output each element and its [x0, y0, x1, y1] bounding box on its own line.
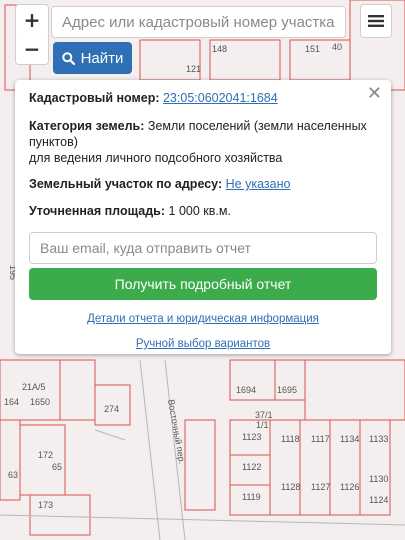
cadastral-number-row: Кадастровый номер: 23:05:0602041:1684	[29, 90, 377, 106]
email-field[interactable]	[29, 232, 377, 264]
cadastral-number-label: Кадастровый номер:	[29, 91, 160, 105]
menu-button[interactable]	[360, 4, 392, 38]
map-label: 151	[305, 44, 320, 54]
get-report-button[interactable]: Получить подробный отчет	[29, 268, 377, 300]
search-icon	[61, 51, 75, 65]
map-label: 40	[332, 42, 342, 52]
map-label: 148	[212, 44, 227, 54]
map-label: 37/1	[255, 410, 273, 420]
map-label: 164	[4, 397, 19, 407]
zoom-out-button[interactable]: −	[15, 33, 49, 65]
map-label: 274	[104, 404, 119, 414]
map-label: 1650	[30, 397, 50, 407]
area-value: 1 000 кв.м.	[168, 204, 231, 218]
map-label: 65	[52, 462, 62, 472]
map-label: 1124	[369, 495, 388, 505]
find-button-label: Найти	[80, 49, 124, 67]
map-label: 1130	[369, 474, 388, 484]
search-input[interactable]	[51, 6, 346, 38]
zoom-in-button[interactable]: +	[15, 4, 49, 36]
map-label: 1117	[311, 434, 330, 444]
report-details-link[interactable]: Детали отчета и юридическая информация	[87, 313, 319, 325]
map-label: 1694	[236, 385, 256, 395]
map-label: 1126	[340, 482, 359, 492]
area-row: Уточненная площадь: 1 000 кв.м.	[29, 203, 377, 219]
map-label: 1/1	[256, 420, 269, 430]
address-row: Земельный участок по адресу: Не указано	[29, 176, 377, 192]
map-label: 1119	[242, 492, 261, 502]
land-category-label: Категория земель:	[29, 119, 145, 133]
address-link[interactable]: Не указано	[226, 177, 291, 191]
cadastral-number-link[interactable]: 23:05:0602041:1684	[163, 91, 278, 105]
address-label: Земельный участок по адресу:	[29, 177, 223, 191]
hamburger-icon	[368, 15, 384, 27]
close-icon[interactable]: ✕	[367, 83, 382, 104]
map-label: 1122	[242, 462, 261, 472]
find-button[interactable]: Найти	[53, 42, 132, 74]
map-label: 1128	[281, 482, 300, 492]
map-label: 173	[38, 500, 53, 510]
land-category-row: Категория земель: Земли поселений (земли…	[29, 118, 377, 150]
map-label: 1133	[369, 434, 388, 444]
map-label: 1123	[242, 432, 261, 442]
map-label: 1134	[340, 434, 359, 444]
map-label: 1118	[281, 434, 300, 444]
parcel-info-panel: ✕ Кадастровый номер: 23:05:0602041:1684 …	[15, 80, 391, 354]
map-label: 172	[38, 450, 53, 460]
map-label: 21А/5	[22, 382, 46, 392]
area-label: Уточненная площадь:	[29, 204, 166, 218]
map-label: 121	[186, 64, 201, 74]
land-usage-value: для ведения личного подсобного хозяйства	[29, 151, 283, 165]
manual-selection-link[interactable]: Ручной выбор вариантов	[136, 338, 270, 350]
map-label: 1695	[277, 385, 297, 395]
map-label: 1127	[311, 482, 330, 492]
map-label: 63	[8, 470, 18, 480]
